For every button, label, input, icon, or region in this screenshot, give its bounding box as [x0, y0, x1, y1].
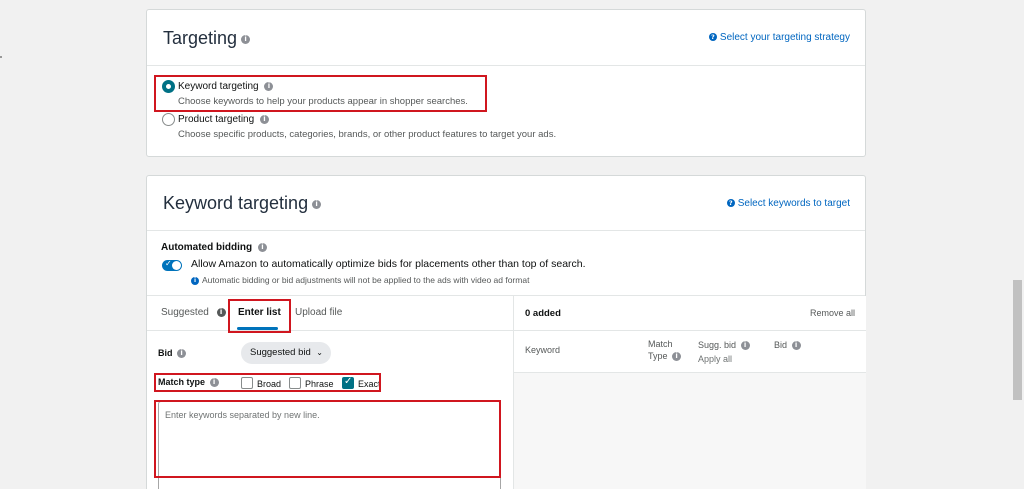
info-icon[interactable]: i — [740, 341, 750, 351]
info-icon[interactable]: i — [216, 307, 226, 317]
product-targeting-radio[interactable] — [162, 113, 175, 126]
page-scrollbar-track[interactable] — [1012, 0, 1024, 489]
targeting-card-header: Targeting i ? Select your targeting strate… — [147, 10, 865, 66]
col-keyword: Keyword — [525, 345, 561, 355]
automated-bidding-title: Automated bidding i — [161, 242, 267, 253]
check-icon: ✓ — [165, 259, 172, 268]
targeting-title: Targeting i — [163, 28, 251, 49]
info-icon[interactable]: i — [177, 349, 187, 359]
info-icon[interactable]: i — [257, 242, 267, 252]
targeting-card: Targeting i ? Select your targeting strate… — [146, 9, 866, 157]
bid-select[interactable]: Suggested bid ⌄ — [241, 342, 331, 364]
help-icon: ? — [708, 33, 717, 42]
tab-upload-file[interactable]: Upload file — [295, 307, 342, 318]
col-bid: Bid i — [774, 340, 801, 351]
info-icon[interactable]: i — [672, 352, 682, 362]
product-targeting-description: Choose specific products, categories, br… — [178, 129, 557, 140]
toggle-knob — [172, 261, 181, 270]
keyword-targeting-card: Keyword targeting i ? Select keywords to t… — [146, 175, 866, 489]
info-icon[interactable]: i — [312, 199, 322, 209]
info-icon[interactable]: i — [264, 81, 274, 91]
keyword-targeting-label[interactable]: Keyword targeting i — [178, 81, 274, 92]
keyword-targeting-radio[interactable] — [162, 80, 175, 93]
highlight-box-match-type — [154, 373, 381, 392]
remove-all-button[interactable]: Remove all — [810, 308, 855, 318]
col-sugg-bid: Sugg. bid i — [698, 340, 750, 351]
automated-bidding-label: Allow Amazon to automatically optimize b… — [191, 258, 586, 270]
apply-all-link[interactable]: Apply all — [698, 354, 732, 364]
col-match-type: Type i — [648, 351, 682, 362]
chevron-down-icon: ⌄ — [316, 348, 323, 357]
bid-label: Bid i — [158, 348, 187, 359]
left-edge-dot — [0, 56, 2, 58]
added-header: 0 added Remove all — [514, 296, 866, 331]
highlight-box-enter-list — [228, 299, 291, 333]
added-keywords-panel: 0 added Remove all Keyword Match Type i … — [513, 296, 866, 489]
info-icon[interactable]: i — [259, 114, 269, 124]
keyword-targeting-header: Keyword targeting i ? Select keywords to t… — [147, 176, 865, 231]
added-count: 0 added — [525, 308, 561, 319]
select-keywords-link[interactable]: ? Select keywords to target — [726, 198, 850, 209]
automated-bidding-note: i Automatic bidding or bid adjustments wi… — [191, 275, 529, 285]
automated-bidding-toggle[interactable]: ✓ — [162, 259, 182, 271]
col-match-type-line1: Match — [648, 339, 673, 349]
added-table-header: Keyword Match Type i Sugg. bid i Apply a… — [514, 331, 866, 373]
info-icon[interactable]: i — [241, 34, 251, 44]
keyword-targeting-title: Keyword targeting i — [163, 193, 322, 214]
page-scrollbar-thumb[interactable] — [1013, 280, 1022, 400]
tab-suggested[interactable]: Suggested i — [161, 307, 226, 318]
highlight-box-textarea — [154, 400, 501, 478]
help-icon: ? — [726, 199, 735, 208]
select-targeting-strategy-link[interactable]: ? Select your targeting strategy — [708, 32, 850, 43]
info-icon: i — [191, 276, 199, 285]
keyword-targeting-description: Choose keywords to help your products ap… — [178, 96, 468, 107]
info-icon[interactable]: i — [791, 341, 801, 351]
product-targeting-label[interactable]: Product targeting i — [178, 114, 269, 125]
